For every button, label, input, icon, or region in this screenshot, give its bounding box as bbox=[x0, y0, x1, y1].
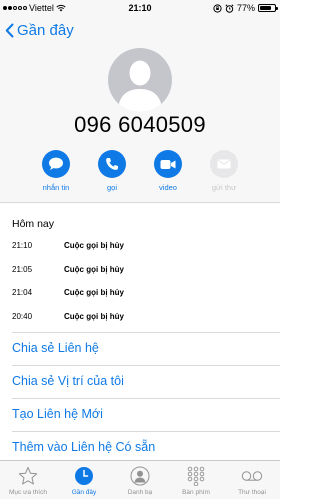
battery-level bbox=[260, 6, 271, 10]
call-status: Cuộc gọi bị hủy bbox=[64, 311, 124, 321]
phone-icon bbox=[106, 158, 118, 170]
battery-percent: 77% bbox=[236, 3, 255, 13]
message-label: nhắn tin bbox=[42, 183, 70, 192]
call-button[interactable]: gọi bbox=[87, 150, 137, 192]
star-icon bbox=[18, 467, 38, 485]
alarm-icon bbox=[225, 3, 234, 13]
chevron-left-icon bbox=[5, 23, 14, 38]
recent-call-row: 21:10 Cuộc gọi bị hủy bbox=[12, 241, 268, 265]
contacts-icon bbox=[130, 466, 150, 486]
call-status: Cuộc gọi bị hủy bbox=[64, 241, 124, 250]
keypad-icon bbox=[187, 466, 205, 486]
call-time: 21:04 bbox=[12, 288, 33, 297]
recent-call-row: 21:04 Cuộc gọi bị hủy bbox=[12, 288, 268, 312]
phone-number: 096 6040509 bbox=[74, 112, 206, 137]
video-icon bbox=[160, 159, 176, 169]
recent-call-row: 21:05 Cuộc gọi bị hủy bbox=[12, 265, 268, 289]
section-divider bbox=[12, 431, 280, 432]
recent-calls: Hôm nay 21:10 Cuộc gọi bị hủy 21:05 Cuộc… bbox=[12, 218, 268, 335]
section-divider bbox=[12, 398, 280, 399]
tab-label: Danh bạ bbox=[127, 489, 153, 496]
battery-icon bbox=[258, 4, 278, 12]
mail-button[interactable]: gửi thư bbox=[199, 150, 249, 192]
tab-voicemail[interactable]: Thư thoại bbox=[224, 461, 280, 499]
status-bar: Viettel 21:10 77% bbox=[0, 0, 280, 16]
recents-title: Hôm nay bbox=[12, 218, 55, 230]
add-to-contact-link[interactable]: Thêm vào Liên hệ Có sẵn bbox=[12, 440, 280, 454]
voicemail-icon bbox=[241, 471, 263, 481]
tab-contacts[interactable]: Danh bạ bbox=[112, 461, 168, 499]
clock-icon bbox=[75, 467, 93, 485]
call-time: 21:05 bbox=[12, 264, 33, 274]
call-time: 20:40 bbox=[12, 311, 33, 321]
tab-label: Bàn phím bbox=[182, 489, 210, 496]
status-right: 77% bbox=[213, 3, 278, 13]
section-divider bbox=[12, 365, 280, 366]
call-label: gọi bbox=[106, 183, 117, 192]
header-divider bbox=[0, 202, 280, 203]
tab-keypad[interactable]: Bàn phím bbox=[168, 461, 224, 499]
share-location-link[interactable]: Chia sẻ Vị trí của tôi bbox=[12, 374, 280, 388]
mail-label: gửi thư bbox=[211, 183, 237, 192]
tab-label: Thư thoại bbox=[238, 489, 266, 496]
create-contact-link[interactable]: Tạo Liên hệ Mới bbox=[12, 407, 280, 421]
call-time: 21:10 bbox=[12, 241, 33, 250]
call-status: Cuộc gọi bị hủy bbox=[64, 264, 124, 274]
share-contact-link[interactable]: Chia sẻ Liên hệ bbox=[12, 341, 280, 355]
orientation-lock-icon bbox=[213, 3, 222, 13]
video-button[interactable]: video bbox=[143, 150, 193, 192]
section-divider bbox=[12, 332, 280, 333]
mail-icon bbox=[217, 159, 231, 169]
tab-label: Mục ưa thích bbox=[9, 489, 47, 496]
person-silhouette-icon bbox=[118, 60, 162, 112]
tab-bar: Mục ưa thích Gần đây Danh bạ Bàn phím Th… bbox=[0, 460, 280, 499]
back-button[interactable]: Gần đây bbox=[5, 22, 74, 39]
tab-recents[interactable]: Gần đây bbox=[56, 461, 112, 499]
contact-actions: nhắn tin gọi video gửi thư bbox=[0, 150, 280, 195]
tab-favorites[interactable]: Mục ưa thích bbox=[0, 461, 56, 499]
video-label: video bbox=[159, 183, 177, 192]
avatar bbox=[108, 48, 172, 112]
message-icon bbox=[49, 157, 63, 170]
tab-label: Gần đây bbox=[71, 489, 97, 496]
back-label: Gần đây bbox=[17, 22, 74, 39]
call-status: Cuộc gọi bị hủy bbox=[64, 288, 124, 297]
message-button[interactable]: nhắn tin bbox=[31, 150, 81, 192]
